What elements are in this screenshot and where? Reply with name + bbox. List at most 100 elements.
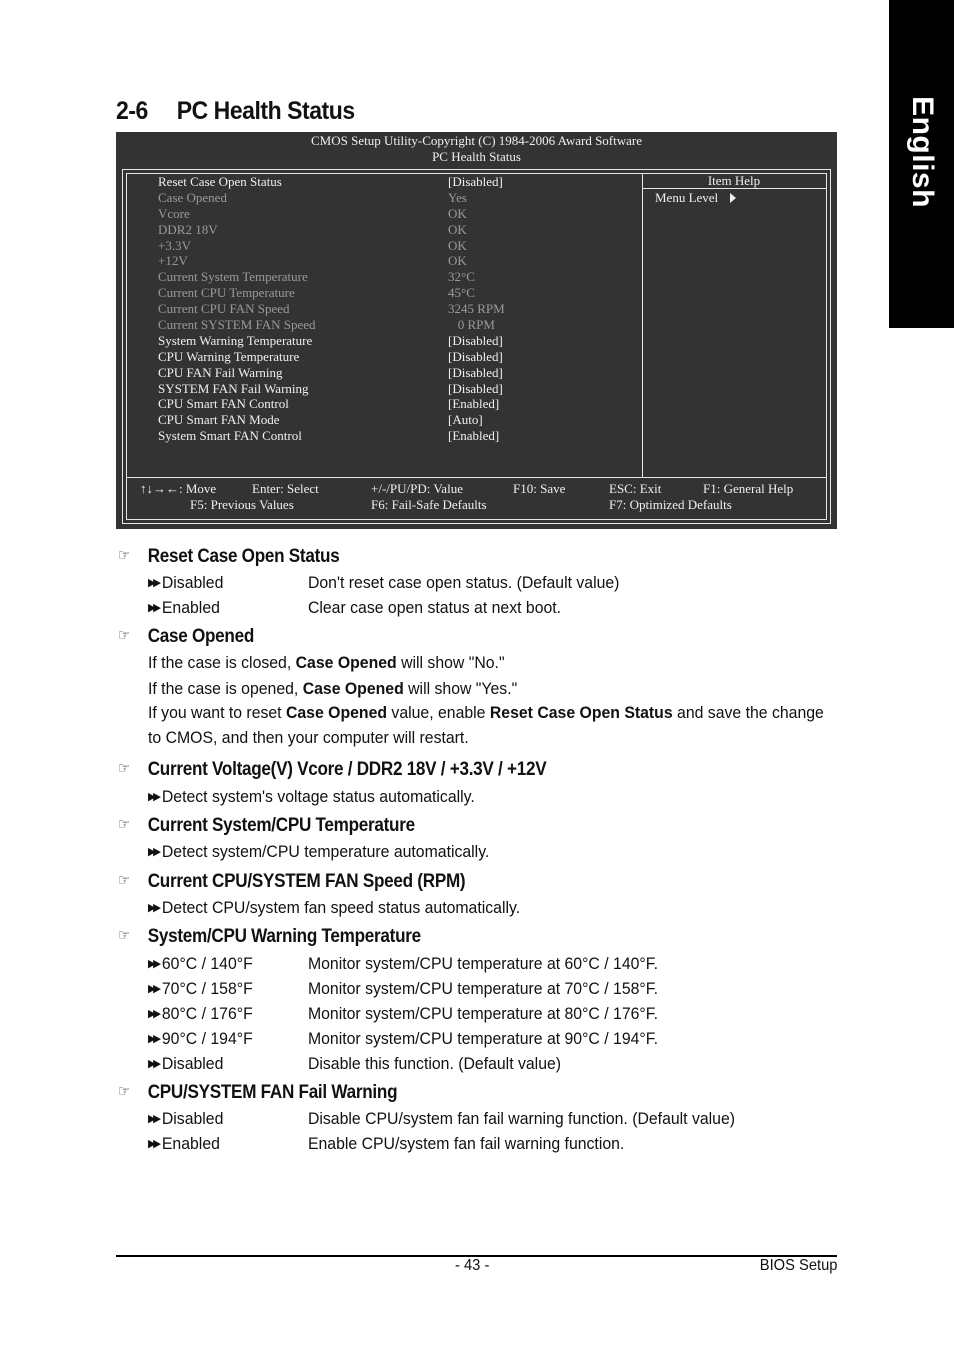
bios-row-system-smart-fan-control[interactable]: System Smart FAN Control [Enabled] [158, 428, 638, 444]
row-label: Reset Case Open Status [158, 174, 282, 189]
key-move: ↑↓→←: Move [140, 481, 217, 496]
option-name: Disabled [161, 1054, 224, 1073]
heading-text: System/CPU Warning Temperature [147, 926, 421, 947]
double-arrow-icon: ▶▶ [148, 791, 161, 803]
option-item: ▶▶ Disabled Disable this function. (Defaul… [148, 1054, 561, 1074]
help-divider [642, 174, 643, 477]
row-value[interactable]: [Enabled] [448, 428, 499, 444]
option-item: ▶▶ 60°C / 140°F Monitor system/CPU tempera… [148, 954, 658, 974]
row-label: System Smart FAN Control [158, 428, 302, 444]
option-item: ▶▶ Detect system's voltage status automat… [148, 787, 475, 807]
option-name: 80°C / 176°F [161, 1004, 253, 1023]
row-label: System Warning Temperature [158, 332, 313, 348]
menu-level-label: Menu Level [655, 190, 719, 205]
bios-header: CMOS Setup Utility-Copyright (C) 1984-20… [116, 132, 837, 165]
bios-row-system-temperature: Current System Temperature 32°C [158, 269, 638, 285]
row-value[interactable]: [Disabled] [448, 365, 503, 381]
row-value: OK [448, 253, 467, 269]
double-arrow-icon: ▶▶ [148, 577, 161, 589]
option-name: Disabled [161, 573, 224, 592]
keys-divider [127, 477, 826, 478]
row-label: CPU Warning Temperature [158, 348, 300, 364]
option-desc: Disable CPU/system fan fail warning func… [307, 1109, 736, 1128]
item-help-header: Item Help [642, 174, 826, 189]
row-value: 3245 RPM [448, 301, 505, 317]
key-optimized-defaults: F7: Optimized Defaults [609, 497, 732, 512]
row-label: CPU Smart FAN Control [158, 396, 289, 412]
option-item: ▶▶ 90°C / 194°F Monitor system/CPU tempera… [148, 1029, 658, 1049]
row-value[interactable]: [Disabled] [448, 381, 503, 397]
bios-row-case-opened: Case Opened Yes [158, 190, 638, 206]
double-arrow-icon: ▶▶ [148, 902, 161, 914]
row-label: Vcore [158, 205, 190, 221]
option-name: 60°C / 140°F [161, 954, 253, 973]
row-value: 0 RPM [448, 317, 495, 333]
pointing-hand-icon: ☞ [118, 547, 130, 564]
double-arrow-icon: ▶▶ [148, 958, 161, 970]
bios-row-cpu-warning-temperature[interactable]: CPU Warning Temperature [Disabled] [158, 349, 638, 365]
option-item: ▶▶ Detect system/CPU temperature automati… [148, 842, 489, 862]
option-desc: Monitor system/CPU temperature at 70°C /… [307, 979, 659, 998]
heading-fan-fail-warning: ☞ CPU/SYSTEM FAN Fail Warning [118, 1082, 398, 1104]
footer-section-name: BIOS Setup [759, 1257, 837, 1274]
triangle-right-icon [730, 193, 737, 203]
row-value[interactable]: [Disabled] [448, 349, 503, 365]
bios-row-cpu-fan-fail-warning[interactable]: CPU FAN Fail Warning [Disabled] [158, 365, 638, 381]
row-label: Current CPU FAN Speed [158, 301, 290, 317]
double-arrow-icon: ▶▶ [148, 846, 161, 858]
option-desc: Don't reset case open status. (Default v… [307, 573, 620, 592]
row-label: +3.3V [158, 237, 191, 253]
option-name: Enabled [161, 1134, 220, 1153]
language-tab: English [889, 0, 954, 328]
option-desc: Detect system/CPU temperature automatica… [161, 842, 490, 861]
row-label: CPU FAN Fail Warning [158, 364, 283, 380]
row-value[interactable]: [Disabled] [448, 174, 503, 190]
row-label: CPU Smart FAN Mode [158, 412, 280, 428]
option-item: ▶▶ 80°C / 176°F Monitor system/CPU tempera… [148, 1004, 658, 1024]
bios-row-3-3v: +3.3V OK [158, 238, 638, 254]
row-label: Case Opened [158, 189, 227, 205]
heading-text: Current Voltage(V) Vcore / DDR2 18V / +3… [147, 759, 547, 780]
option-name: Enabled [161, 598, 220, 617]
row-value[interactable]: [Auto] [448, 412, 483, 428]
row-label: Current SYSTEM FAN Speed [158, 317, 316, 333]
option-desc: Detect CPU/system fan speed status autom… [161, 898, 521, 917]
bios-row-reset-case-open-status[interactable]: Reset Case Open Status [Disabled] [158, 174, 638, 190]
key-fail-safe-defaults: F6: Fail-Safe Defaults [371, 497, 487, 512]
row-value[interactable]: [Disabled] [448, 333, 503, 349]
row-value: OK [448, 205, 467, 221]
heading-reset-case-open-status: ☞ Reset Case Open Status [118, 546, 340, 568]
bios-row-system-fan-fail-warning[interactable]: SYSTEM FAN Fail Warning [Disabled] [158, 381, 638, 397]
language-tab-label: English [905, 96, 939, 208]
double-arrow-icon: ▶▶ [148, 1008, 161, 1020]
paragraph: to CMOS, and then your computer will res… [148, 728, 469, 747]
option-desc: Disable this function. (Default value) [307, 1054, 562, 1073]
key-general-help: F1: General Help [703, 481, 794, 496]
heading-text: Current System/CPU Temperature [147, 815, 415, 836]
pointing-hand-icon: ☞ [118, 927, 130, 944]
option-name: Disabled [161, 1109, 224, 1128]
row-value: OK [448, 237, 467, 253]
option-item: ▶▶ Enabled Enable CPU/system fan fail warn… [148, 1134, 624, 1154]
heading-case-opened: ☞ Case Opened [118, 626, 254, 648]
heading-current-voltage: ☞ Current Voltage(V) Vcore / DDR2 18V / +… [118, 759, 547, 781]
bios-row-ddr2-18v: DDR2 18V OK [158, 222, 638, 238]
bios-row-cpu-smart-fan-control[interactable]: CPU Smart FAN Control [Enabled] [158, 396, 638, 412]
bios-row-system-warning-temperature[interactable]: System Warning Temperature [Disabled] [158, 333, 638, 349]
paragraph: If the case is closed, Case Opened will … [148, 653, 505, 672]
bios-frame: Item Help Menu Level Reset Case Open Sta… [122, 169, 831, 524]
option-name: 70°C / 158°F [161, 979, 253, 998]
page-title: 2-6 PC Health Status [116, 97, 355, 126]
bios-row-cpu-smart-fan-mode[interactable]: CPU Smart FAN Mode [Auto] [158, 412, 638, 428]
option-item: ▶▶ Disabled Disable CPU/system fan fail wa… [148, 1109, 735, 1129]
option-desc: Enable CPU/system fan fail warning funct… [307, 1134, 625, 1153]
row-value[interactable]: [Enabled] [448, 396, 499, 412]
key-save: F10: Save [513, 481, 566, 496]
heading-text: CPU/SYSTEM FAN Fail Warning [147, 1082, 398, 1103]
heading-text: Reset Case Open Status [147, 546, 340, 567]
paragraph: If you want to reset Case Opened value, … [148, 703, 824, 722]
bios-row-cpu-temperature: Current CPU Temperature 45°C [158, 285, 638, 301]
double-arrow-icon: ▶▶ [148, 1058, 161, 1070]
option-desc: Monitor system/CPU temperature at 80°C /… [307, 1004, 659, 1023]
key-value: +/-/PU/PD: Value [371, 481, 463, 496]
